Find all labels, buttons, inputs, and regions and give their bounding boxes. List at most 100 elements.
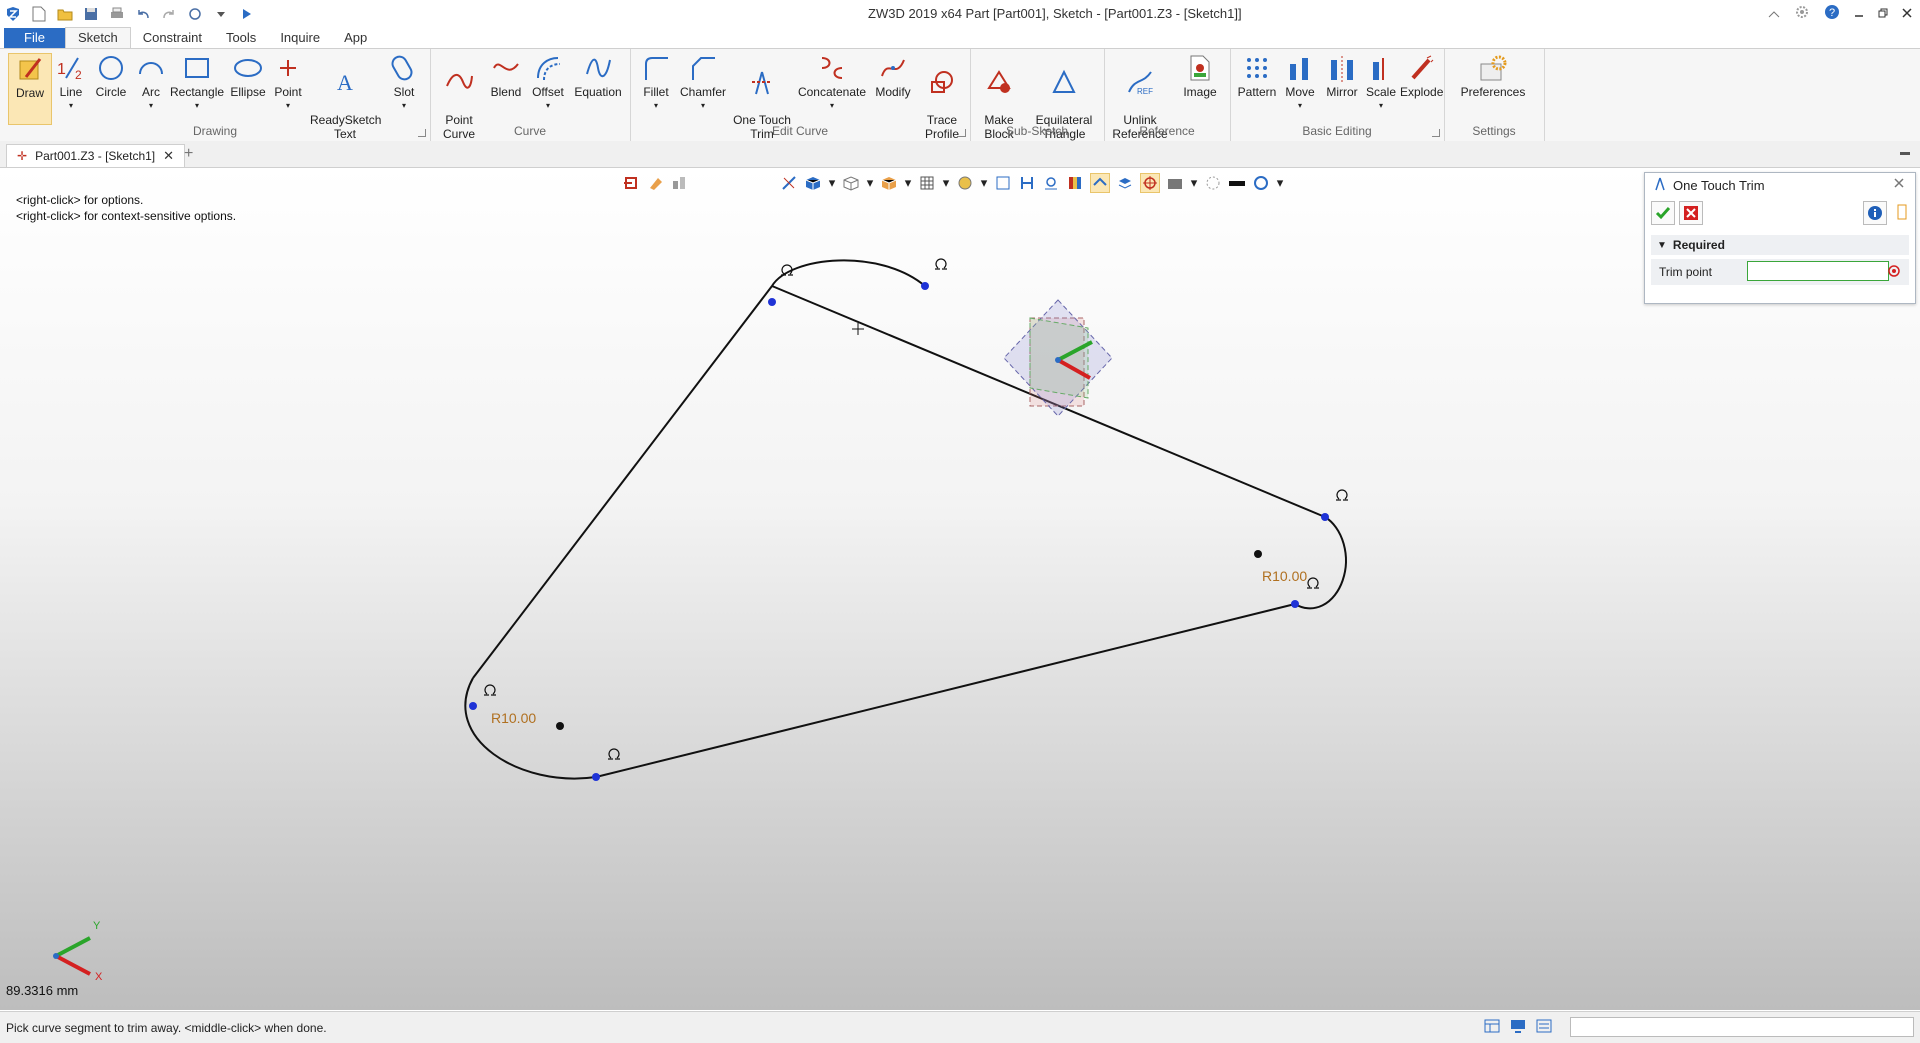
point-curve-button[interactable]: Point Curve	[436, 53, 482, 155]
equation-button[interactable]: Equation	[570, 53, 626, 99]
preferences-button[interactable]: Preferences	[1448, 53, 1538, 99]
close-window-icon[interactable]	[1902, 6, 1912, 21]
one-touch-trim-button[interactable]: One Touch Trim	[730, 53, 794, 155]
menu-tab-app[interactable]: App	[332, 28, 379, 48]
move-button[interactable]: Move ▾	[1280, 53, 1320, 113]
blend-icon	[489, 53, 523, 83]
circle-button[interactable]: Circle	[92, 53, 130, 99]
app-logo-icon[interactable]	[4, 5, 22, 23]
panel-actions	[1645, 201, 1915, 227]
pattern-button[interactable]: Pattern	[1236, 53, 1278, 99]
group-label-edit-curve: Edit Curve	[771, 124, 829, 138]
window-title: ZW3D 2019 x64 Part [Part001], Sketch - […	[868, 6, 1242, 21]
unlink-reference-icon: REF	[1123, 67, 1157, 97]
axis-label-y: Y	[93, 920, 101, 932]
unlink-reference-button[interactable]: REF Unlink Reference	[1108, 53, 1172, 155]
command-input[interactable]	[1570, 1017, 1914, 1037]
options-button[interactable]	[1893, 201, 1911, 223]
draw-button[interactable]: Draw	[8, 53, 52, 125]
ok-button[interactable]	[1651, 201, 1675, 225]
list-icon[interactable]	[1536, 1019, 1552, 1036]
readysketch-text-button[interactable]: A ReadySketch Text	[310, 53, 381, 155]
chamfer-icon	[686, 53, 720, 83]
trace-profile-button[interactable]: Trace Profile	[918, 53, 966, 155]
status-prompt: Pick curve segment to trim away. <middle…	[6, 1021, 327, 1035]
trim-icon	[1653, 177, 1667, 194]
add-tab-icon[interactable]: +	[184, 145, 193, 163]
make-block-button[interactable]: Make Block	[976, 53, 1022, 155]
sketch-canvas[interactable]	[0, 168, 1920, 1010]
rectangle-button[interactable]: Rectangle ▾	[170, 53, 224, 113]
menu-tab-sketch[interactable]: Sketch	[64, 27, 131, 48]
fillet-button[interactable]: Fillet ▾	[636, 53, 676, 113]
sketch-profile[interactable]	[464, 259, 1347, 780]
settings-gear-icon[interactable]	[1794, 4, 1810, 23]
required-section-header[interactable]: ▼ Required	[1651, 235, 1909, 255]
menu-tab-inquire[interactable]: Inquire	[268, 28, 332, 48]
trim-icon	[745, 67, 779, 97]
customize-dropdown-icon[interactable]	[212, 5, 230, 23]
chamfer-button[interactable]: Chamfer ▾	[678, 53, 728, 113]
mirror-button[interactable]: Mirror	[1322, 53, 1362, 99]
help-icon[interactable]: ?	[1824, 4, 1840, 23]
menu-file[interactable]: File	[4, 28, 65, 48]
modify-button[interactable]: Modify	[870, 53, 916, 99]
offset-button[interactable]: Offset ▾	[528, 53, 568, 113]
restore-icon[interactable]	[1878, 6, 1888, 21]
layout-icon[interactable]	[1484, 1019, 1500, 1036]
panel-header: One Touch Trim	[1645, 173, 1915, 197]
rebuild-icon[interactable]	[186, 5, 204, 23]
scale-button[interactable]: Scale ▾	[1364, 53, 1398, 113]
tab-list-menu-icon[interactable]: ▬	[1900, 147, 1910, 158]
info-button[interactable]	[1863, 201, 1887, 225]
page-icon	[1897, 204, 1907, 220]
slot-icon	[387, 53, 421, 83]
pick-point-icon[interactable]	[1887, 264, 1901, 278]
sketch-vertices[interactable]	[469, 282, 1329, 781]
ribbon-collapse-icon[interactable]	[1768, 6, 1780, 21]
drawing-launcher-icon[interactable]	[418, 129, 426, 137]
trim-point-input[interactable]	[1747, 261, 1889, 281]
axis-label-x: X	[95, 971, 103, 983]
panel-close-icon[interactable]	[1893, 177, 1907, 191]
blend-button[interactable]: Blend	[486, 53, 526, 99]
sketch-viewport[interactable]: <right-click> for options. <right-click>…	[0, 168, 1920, 1010]
edit-curve-launcher-icon[interactable]	[958, 129, 966, 137]
save-icon[interactable]	[82, 5, 100, 23]
redo-icon[interactable]	[160, 5, 178, 23]
print-icon[interactable]	[108, 5, 126, 23]
group-label-basic-editing: Basic Editing	[1302, 124, 1372, 138]
close-tab-icon[interactable]: ✕	[163, 148, 174, 164]
menu-tab-tools[interactable]: Tools	[214, 28, 268, 48]
group-label-drawing: Drawing	[192, 124, 237, 138]
radius-dimension[interactable]: R10.00	[491, 710, 536, 726]
undo-icon[interactable]	[134, 5, 152, 23]
run-icon[interactable]	[238, 5, 256, 23]
line-button[interactable]: 12 Line ▾	[52, 53, 90, 113]
open-folder-icon[interactable]	[56, 5, 74, 23]
monitor-icon[interactable]	[1510, 1019, 1526, 1036]
quick-access-toolbar	[4, 4, 256, 24]
image-button[interactable]: Image	[1178, 53, 1222, 99]
menu-tab-constraint[interactable]: Constraint	[131, 28, 214, 48]
arc-button[interactable]: Arc ▾	[134, 53, 168, 113]
slot-button[interactable]: Slot ▾	[386, 53, 422, 113]
new-file-icon[interactable]	[30, 5, 48, 23]
explode-button[interactable]: Explode	[1400, 53, 1443, 99]
basic-editing-launcher-icon[interactable]	[1432, 129, 1440, 137]
line-icon: 12	[54, 53, 88, 83]
ellipse-button[interactable]: Ellipse	[228, 53, 268, 99]
ribbon: Draw 12 Line ▾ Circle Arc ▾ Rectangle ▾ …	[0, 48, 1920, 142]
svg-text:1: 1	[57, 61, 66, 78]
equilateral-triangle-button[interactable]: Equilateral Triangle	[1026, 53, 1102, 155]
minimize-icon[interactable]	[1854, 6, 1864, 21]
point-button[interactable]: Point ▾	[270, 53, 306, 113]
datum-triad[interactable]	[1003, 299, 1113, 417]
radius-dimension[interactable]: R10.00	[1262, 568, 1307, 584]
document-tab[interactable]: ✛ Part001.Z3 - [Sketch1] ✕	[6, 144, 186, 167]
constraint-markers	[484, 258, 1348, 760]
cancel-button[interactable]	[1679, 201, 1703, 225]
concatenate-button[interactable]: Concatenate ▾	[796, 53, 868, 113]
group-curve: Point Curve Blend Offset ▾ Equation Curv…	[430, 49, 631, 141]
arc-icon	[134, 53, 168, 83]
